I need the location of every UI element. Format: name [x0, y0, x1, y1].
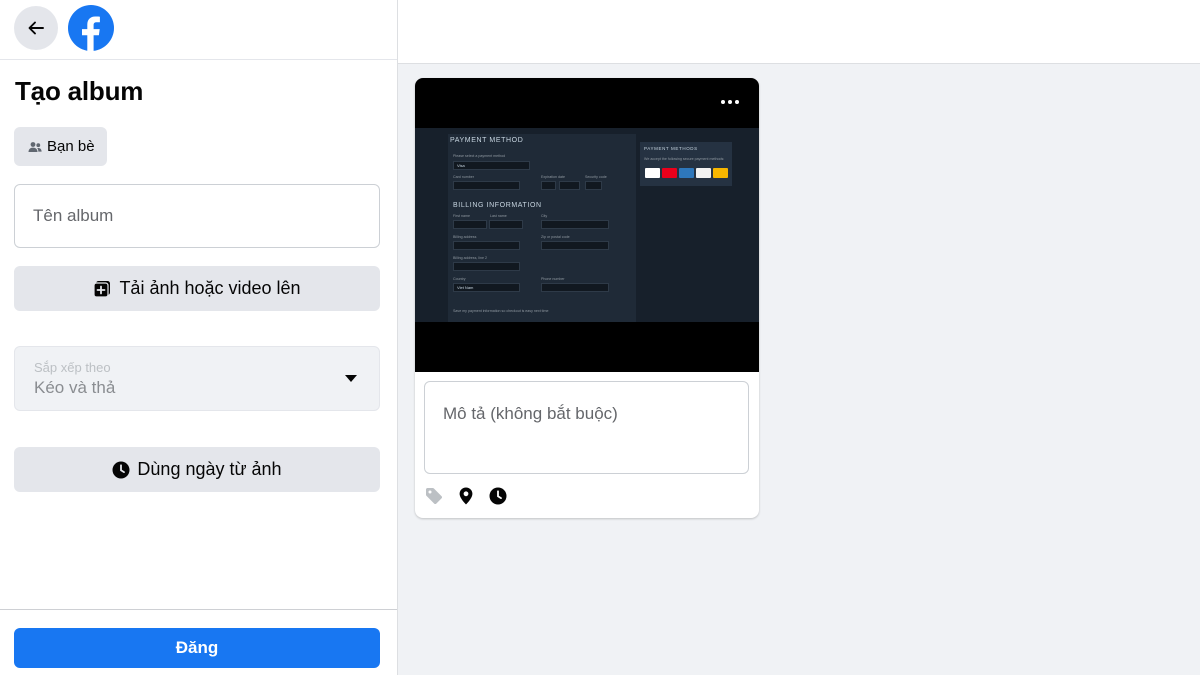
billing-address2-label: Billing address, line 2: [453, 256, 487, 260]
sort-order-select[interactable]: Sắp xếp theo Kéo và thả: [14, 346, 380, 411]
tag-icon: [426, 488, 443, 505]
sidebar-footer: Đăng: [0, 609, 397, 675]
back-button[interactable]: [14, 6, 58, 50]
use-photo-date-label: Dùng ngày từ ảnh: [137, 459, 282, 479]
add-photo-icon: [93, 280, 111, 298]
audience-selector-button[interactable]: Bạn bè: [14, 127, 107, 166]
upload-photo-video-button[interactable]: Tải ảnh hoặc video lên: [14, 266, 380, 311]
select-payment-label: Please select a payment method: [453, 154, 506, 158]
first-name-label: First name: [453, 214, 470, 218]
post-button[interactable]: Đăng: [14, 628, 380, 668]
billing-heading: BILLING INFORMATION: [453, 202, 542, 209]
security-code-label: Security code: [585, 175, 607, 179]
card-number-label: Card number: [453, 175, 474, 179]
clock-icon: [489, 487, 507, 505]
media-actions: [424, 486, 508, 506]
discover-logo-icon: [696, 168, 711, 178]
audience-label: Bạn bè: [47, 138, 95, 155]
back-arrow-icon: [28, 21, 44, 35]
album-name-field[interactable]: [14, 184, 380, 248]
friends-icon: [28, 141, 42, 152]
upload-label: Tải ảnh hoặc video lên: [119, 278, 301, 298]
jcb-logo-icon: [713, 168, 728, 178]
save-payment-label: Save my payment information so checkout …: [453, 309, 549, 313]
payment-select-field: Visa: [453, 161, 530, 170]
payment-methods-heading: PAYMENT METHODS: [644, 146, 698, 151]
sidebar-header: [0, 0, 397, 60]
zip-field: [541, 241, 609, 250]
create-album-sidebar: Tạo album Bạn bè Tải ảnh hoặc video lên …: [0, 0, 398, 675]
use-photo-date-button[interactable]: Dùng ngày từ ảnh: [14, 447, 380, 492]
billing-address-label: Billing address: [453, 235, 477, 239]
exp-month-field: [541, 181, 556, 190]
payment-select-value: Visa: [457, 163, 465, 168]
city-label: City: [541, 214, 548, 218]
sort-order-value: Kéo và thả: [34, 378, 116, 397]
payment-heading: PAYMENT METHOD: [450, 137, 524, 144]
card-number-field: [453, 181, 520, 190]
phone-label: Phone number: [541, 277, 565, 281]
add-location-button[interactable]: [456, 486, 476, 506]
tag-people-button[interactable]: [424, 486, 444, 506]
more-options-button[interactable]: [721, 100, 739, 104]
media-thumbnail[interactable]: PAYMENT METHOD Please select a payment m…: [415, 78, 759, 372]
more-icon: [721, 100, 725, 104]
mastercard-logo-icon: [662, 168, 677, 178]
sort-order-label: Sắp xếp theo: [34, 360, 111, 375]
country-label: Country: [453, 277, 466, 281]
country-field: Viet Nam: [453, 283, 520, 292]
description-input[interactable]: [425, 382, 748, 473]
change-date-button[interactable]: [488, 486, 508, 506]
first-name-field: [453, 220, 487, 229]
last-name-field: [489, 220, 523, 229]
location-icon: [459, 487, 473, 505]
billing-address2-field: [453, 262, 520, 271]
zip-label: Zip or postal code: [541, 235, 570, 239]
country-value: Viet Nam: [457, 285, 474, 290]
payment-screenshot: PAYMENT METHOD Please select a payment m…: [415, 128, 759, 322]
security-code-field: [585, 181, 602, 190]
city-field: [541, 220, 609, 229]
exp-year-field: [559, 181, 580, 190]
facebook-logo-icon[interactable]: [68, 5, 114, 51]
caret-down-icon: [345, 375, 357, 382]
expiration-label: Expiration date: [541, 175, 565, 179]
description-field[interactable]: [424, 381, 749, 474]
amex-logo-icon: [679, 168, 694, 178]
clock-icon: [112, 461, 130, 478]
page-title: Tạo album: [15, 76, 144, 106]
album-name-input[interactable]: [15, 185, 379, 247]
payment-methods-text: We accept the following secure payment m…: [644, 157, 725, 161]
phone-field: [541, 283, 609, 292]
payment-form-panel: PAYMENT METHOD Please select a payment m…: [448, 134, 636, 322]
billing-address-field: [453, 241, 520, 250]
top-bar: [398, 0, 1200, 64]
visa-logo-icon: [645, 168, 660, 178]
payment-methods-panel: PAYMENT METHODS We accept the following …: [640, 142, 732, 186]
media-card: PAYMENT METHOD Please select a payment m…: [415, 78, 759, 518]
card-logos: [645, 168, 728, 178]
last-name-label: Last name: [490, 214, 507, 218]
